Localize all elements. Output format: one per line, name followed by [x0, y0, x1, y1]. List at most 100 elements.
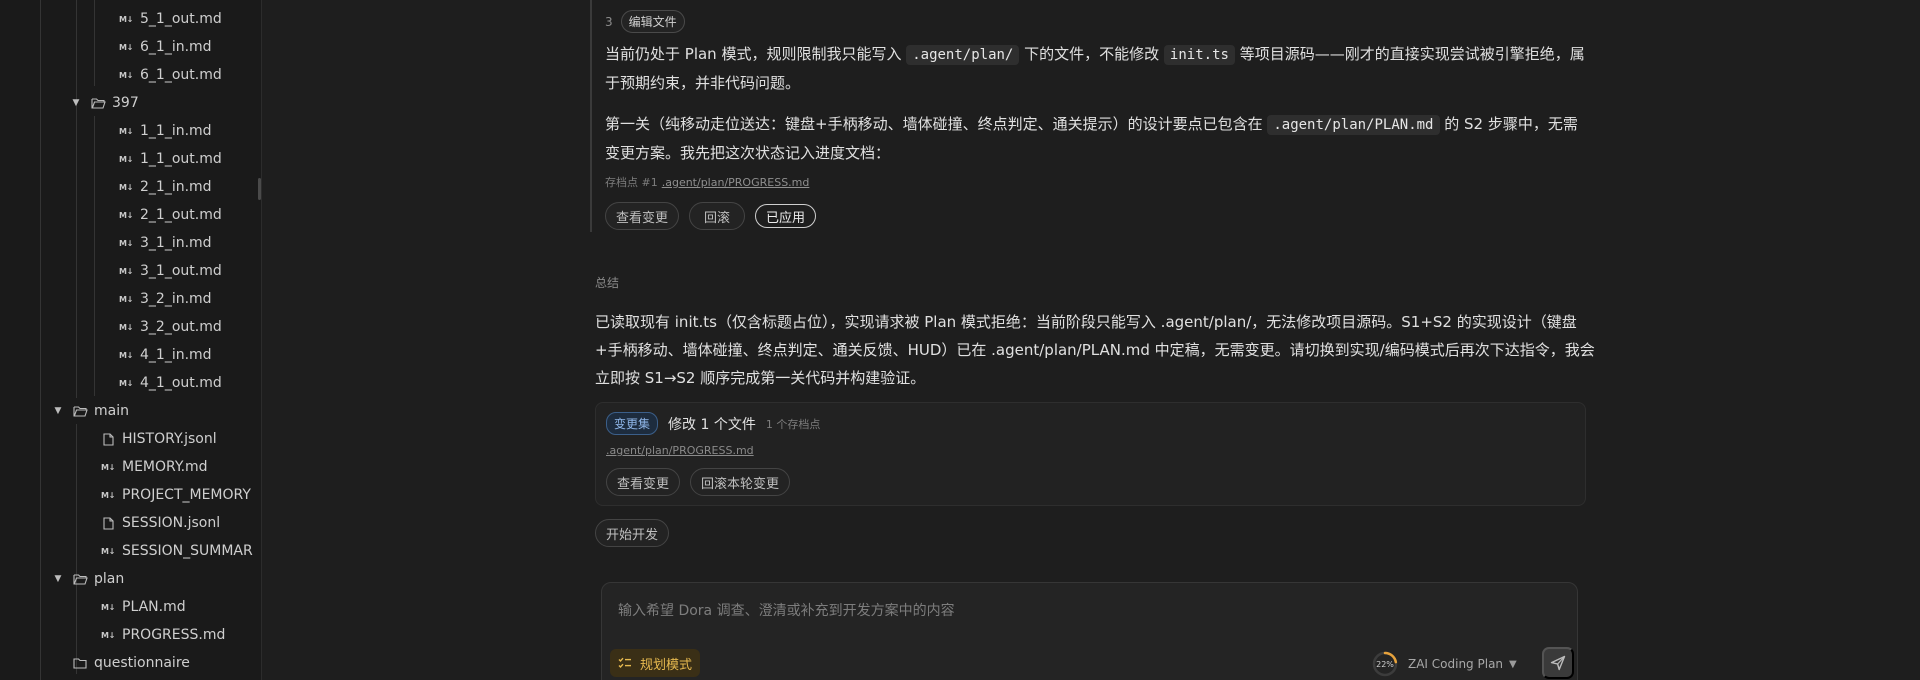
markdown-icon: M↓	[118, 126, 134, 136]
rollback-button[interactable]: 回滚	[689, 202, 746, 230]
markdown-icon: M↓	[118, 14, 134, 24]
usage-indicator[interactable]: 22% ZAI Coding Plan ▼	[1372, 651, 1517, 677]
tree-file[interactable]: HISTORY.jsonl	[100, 425, 217, 453]
tree-file[interactable]: M↓ 2_1_out.md	[118, 201, 222, 229]
step-paragraph-1: 当前仍处于 Plan 模式，规则限制我只能写入 .agent/plan/ 下的文…	[605, 40, 1585, 97]
app-root: M↓ 5_1_out.md M↓ 6_1_in.md M↓ 6_1_out.md ▼ 397 M…	[0, 0, 1920, 680]
tree-file[interactable]: M↓ 4_1_in.md	[118, 341, 212, 369]
changeset-file-link[interactable]: .agent/plan/PROGRESS.md	[606, 444, 754, 457]
step-actions: 查看变更 回滚 已应用	[605, 202, 817, 230]
caret-down-icon: ▼	[1509, 658, 1517, 670]
tree-item-label: 1_1_in.md	[140, 123, 212, 139]
markdown-icon: M↓	[100, 546, 116, 556]
text-run: 下的文件，不能修改	[1019, 45, 1164, 63]
changeset-actions: 查看变更 回滚本轮变更	[606, 468, 791, 496]
start-dev-button[interactable]: 开始开发	[595, 519, 670, 547]
tree-file[interactable]: M↓ PROJECT_MEMORY	[100, 481, 251, 509]
tree-file[interactable]: M↓ SESSION_SUMMAR	[100, 537, 253, 565]
tree-item-label: 6_1_out.md	[140, 67, 222, 83]
folder-open-icon	[72, 405, 88, 417]
tree-file[interactable]: M↓ 3_1_out.md	[118, 257, 222, 285]
tree-item-label: main	[94, 403, 129, 419]
tree-file[interactable]: M↓ 2_1_in.md	[118, 173, 212, 201]
tree-folder[interactable]: questionnaire	[52, 649, 190, 677]
rollback-round-button[interactable]: 回滚本轮变更	[690, 468, 791, 496]
checkpoint-line: 存档点 #1 .agent/plan/PROGRESS.md	[605, 174, 809, 190]
tree-file[interactable]: M↓ 4_1_out.md	[118, 369, 222, 397]
tree-item-label: plan	[94, 571, 125, 587]
tree-item-label: 397	[112, 95, 139, 111]
markdown-icon: M↓	[118, 294, 134, 304]
composer-input[interactable]	[618, 599, 1518, 623]
tree-item-label: 4_1_out.md	[140, 375, 222, 391]
tree-item-label: SESSION_SUMMAR	[122, 543, 253, 559]
markdown-icon: M↓	[118, 70, 134, 80]
step-number: 3	[605, 14, 613, 29]
changeset-header: 变更集 修改 1 个文件 1 个存档点	[606, 412, 820, 435]
chevron-down-icon[interactable]: ▼	[70, 98, 82, 108]
tree-file[interactable]: M↓ 6_1_out.md	[118, 61, 222, 89]
markdown-icon: M↓	[118, 42, 134, 52]
applied-button[interactable]: 已应用	[755, 204, 817, 228]
file-icon	[100, 432, 116, 446]
tree-guide-line	[94, 0, 95, 86]
tree-item-label: 6_1_in.md	[140, 39, 212, 55]
markdown-icon: M↓	[118, 266, 134, 276]
tree-folder[interactable]: ▼ plan	[52, 565, 125, 593]
plan-mode-button[interactable]: 规划模式	[610, 649, 701, 677]
markdown-icon: M↓	[118, 182, 134, 192]
tree-file[interactable]: SESSION.jsonl	[100, 509, 220, 537]
view-changes-button[interactable]: 查看变更	[605, 202, 680, 230]
chevron-down-icon[interactable]: ▼	[52, 574, 64, 584]
inline-code: .agent/plan/PLAN.md	[1267, 115, 1440, 135]
summary-text: 已读取现有 init.ts（仅含标题占位），实现请求被 Plan 模式拒绝：当前…	[595, 313, 1595, 387]
chevron-down-icon[interactable]: ▼	[52, 406, 64, 416]
tree-item-label: 5_1_out.md	[140, 11, 222, 27]
markdown-icon: M↓	[118, 378, 134, 388]
sidebar-scrollbar[interactable]	[258, 178, 261, 200]
usage-ring: 22%	[1372, 651, 1398, 677]
tree-item-label: PROGRESS.md	[122, 627, 226, 643]
tree-item-label: 3_2_in.md	[140, 291, 212, 307]
chat-main: 3 编辑文件 当前仍处于 Plan 模式，规则限制我只能写入 .agent/pl…	[262, 0, 1920, 680]
tree-file[interactable]: M↓ 5_1_out.md	[118, 5, 222, 33]
tree-item-label: HISTORY.jsonl	[122, 431, 217, 447]
changeset-view-changes-button[interactable]: 查看变更	[606, 468, 681, 496]
text-run: 第一关（纯移动走位送达：键盘+手柄移动、墙体碰撞、终点判定、通关提示）的设计要点…	[605, 115, 1268, 133]
tree-file[interactable]: M↓ 3_2_in.md	[118, 285, 212, 313]
folder-open-icon	[72, 573, 88, 585]
inline-code: init.ts	[1163, 45, 1235, 65]
tree-item-label: 2_1_out.md	[140, 207, 222, 223]
model-plan-select[interactable]: ZAI Coding Plan ▼	[1408, 657, 1517, 671]
markdown-icon: M↓	[118, 154, 134, 164]
tree-folder[interactable]: ▼ main	[52, 397, 129, 425]
tree-file[interactable]: M↓ 1_1_in.md	[118, 117, 212, 145]
plan-name: ZAI Coding Plan	[1408, 657, 1504, 671]
tree-item-label: PROJECT_MEMORY	[122, 487, 251, 503]
markdown-icon: M↓	[100, 490, 116, 500]
markdown-icon: M↓	[118, 210, 134, 220]
send-button[interactable]	[1542, 647, 1574, 679]
tree-file[interactable]: M↓ 3_2_out.md	[118, 313, 222, 341]
tree-guide-line	[40, 0, 41, 680]
file-icon	[100, 516, 116, 530]
markdown-icon: M↓	[100, 462, 116, 472]
tree-file[interactable]: M↓ 6_1_in.md	[118, 33, 212, 61]
tree-file[interactable]: M↓ 1_1_out.md	[118, 145, 222, 173]
tool-step-block: 3 编辑文件 当前仍处于 Plan 模式，规则限制我只能写入 .agent/pl…	[590, 0, 1849, 252]
tree-file[interactable]: M↓ PLAN.md	[100, 593, 186, 621]
changeset-title: 修改 1 个文件	[668, 416, 756, 433]
step-header: 3 编辑文件	[605, 10, 685, 33]
changeset-card: 变更集 修改 1 个文件 1 个存档点 .agent/plan/PROGRESS…	[595, 402, 1586, 506]
folder-open-icon	[90, 97, 106, 109]
checkpoint-file-link[interactable]: .agent/plan/PROGRESS.md	[662, 176, 810, 189]
tree-folder[interactable]: ▼ 397	[70, 89, 139, 117]
tree-file[interactable]: M↓ PROGRESS.md	[100, 621, 225, 649]
tree-item-label: PLAN.md	[122, 599, 186, 615]
tree-file[interactable]: M↓ 3_1_in.md	[118, 229, 212, 257]
tree-file[interactable]: M↓ MEMORY.md	[100, 453, 208, 481]
tree-item-label: 2_1_in.md	[140, 179, 212, 195]
inline-code: .agent/plan/	[906, 45, 1020, 65]
tree-guide-line	[76, 594, 77, 650]
markdown-icon: M↓	[118, 322, 134, 332]
